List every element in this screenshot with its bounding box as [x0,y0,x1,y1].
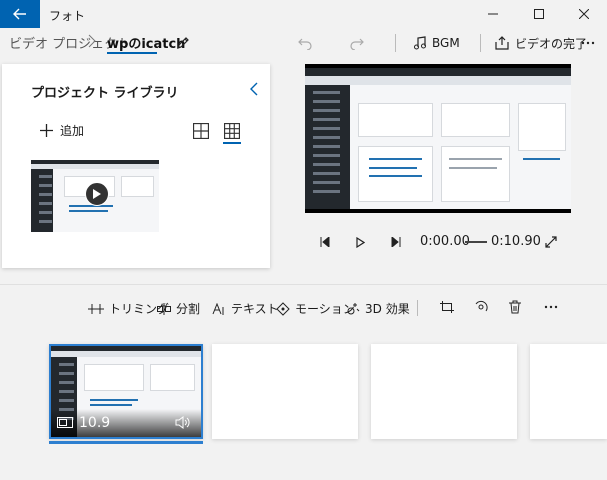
maximize-icon [534,9,544,19]
chevron-right-icon [88,34,96,48]
3d-effects-button[interactable]: 3D 効果 [346,300,410,317]
filter-icon [475,300,488,312]
empty-clip-slot[interactable] [530,344,607,439]
finish-video-label: ビデオの完了 [515,36,588,51]
add-media-label: 追加 [60,124,85,138]
plus-icon [40,124,53,137]
more-icon [544,305,558,309]
fullscreen-icon [545,236,557,248]
maximize-button[interactable] [516,0,562,28]
total-time: 0:10.90 [491,234,541,249]
skip-back-icon [320,237,330,247]
video-preview[interactable] [305,64,571,213]
motion-icon [276,301,290,316]
empty-clip-slot[interactable] [212,344,358,439]
play-button[interactable] [352,234,368,250]
close-button[interactable] [561,0,607,28]
export-icon [495,36,509,50]
preview-frame [305,68,571,209]
play-icon [93,189,101,199]
undo-button[interactable] [294,32,316,54]
title-bar: フォト [0,0,607,28]
divider [417,300,418,316]
storyboard-panel: トリミング 分割 テキスト モーション 3D 効果 10.9 [0,286,607,480]
more-icon [581,41,595,45]
split-icon [157,302,171,315]
skip-forward-button[interactable] [388,234,404,250]
bgm-label: BGM [432,36,460,50]
fullscreen-button[interactable] [543,234,559,250]
player-controls: 0:00.00 0:10.90 [305,228,571,256]
divider [480,34,481,52]
storyboard-clip[interactable]: 10.9 [49,344,203,439]
seek-bar[interactable] [465,241,487,243]
empty-clip-slot[interactable] [371,344,517,439]
clip-type-icon [57,417,73,428]
close-icon [579,9,589,19]
minimize-icon [488,13,498,15]
trim-icon [88,303,104,314]
redo-button[interactable] [346,32,368,54]
project-library-panel: プロジェクト ライブラリ 追加 [2,64,270,268]
text-icon [212,302,224,315]
3d-effects-icon [347,302,360,314]
command-bar: ビデオ プロジェクト wpのicatch BGM ビデオの完了 [0,28,607,60]
back-arrow-icon [13,8,26,20]
skip-back-button[interactable] [317,234,333,250]
redo-icon [350,38,364,50]
library-title: プロジェクト ライブラリ [31,86,179,101]
volume-icon[interactable] [175,416,191,429]
text-button[interactable]: テキスト [212,300,279,317]
minimize-button[interactable] [470,0,516,28]
more-button[interactable] [578,32,598,54]
finish-video-button[interactable]: ビデオの完了 [495,32,587,54]
motion-button[interactable]: モーション [276,300,355,317]
storyboard-more-button[interactable] [541,298,561,316]
grid-large-icon[interactable] [193,123,209,139]
current-time: 0:00.00 [420,234,470,249]
chevron-left-icon [250,82,258,96]
app-title: フォト [49,9,86,23]
filter-button[interactable] [472,298,490,316]
play-icon [355,236,365,248]
view-selected-indicator [223,142,241,144]
resize-button[interactable] [438,298,456,316]
music-note-icon [414,36,426,50]
grid-small-icon[interactable] [224,123,240,139]
split-label: 分割 [176,302,201,316]
skip-forward-icon [391,237,401,247]
trash-icon [509,300,521,314]
section-divider [0,284,607,285]
add-media-button[interactable]: 追加 [40,122,84,139]
clip-selected-indicator [49,441,203,444]
bgm-button[interactable]: BGM [414,32,460,54]
library-media-thumbnail[interactable] [31,160,159,232]
divider [395,34,396,52]
pencil-icon [177,37,189,49]
collapse-library-button[interactable] [246,80,262,98]
back-button[interactable] [0,0,40,28]
undo-icon [298,38,312,50]
clip-duration: 10.9 [79,415,111,431]
project-name-underline [107,52,157,54]
resize-icon [440,301,454,313]
split-button[interactable]: 分割 [157,300,200,317]
play-overlay-button[interactable] [85,182,109,206]
delete-button[interactable] [506,298,524,316]
rename-button[interactable] [172,32,194,54]
text-label: テキスト [231,302,279,316]
3d-effects-label: 3D 効果 [365,302,410,316]
